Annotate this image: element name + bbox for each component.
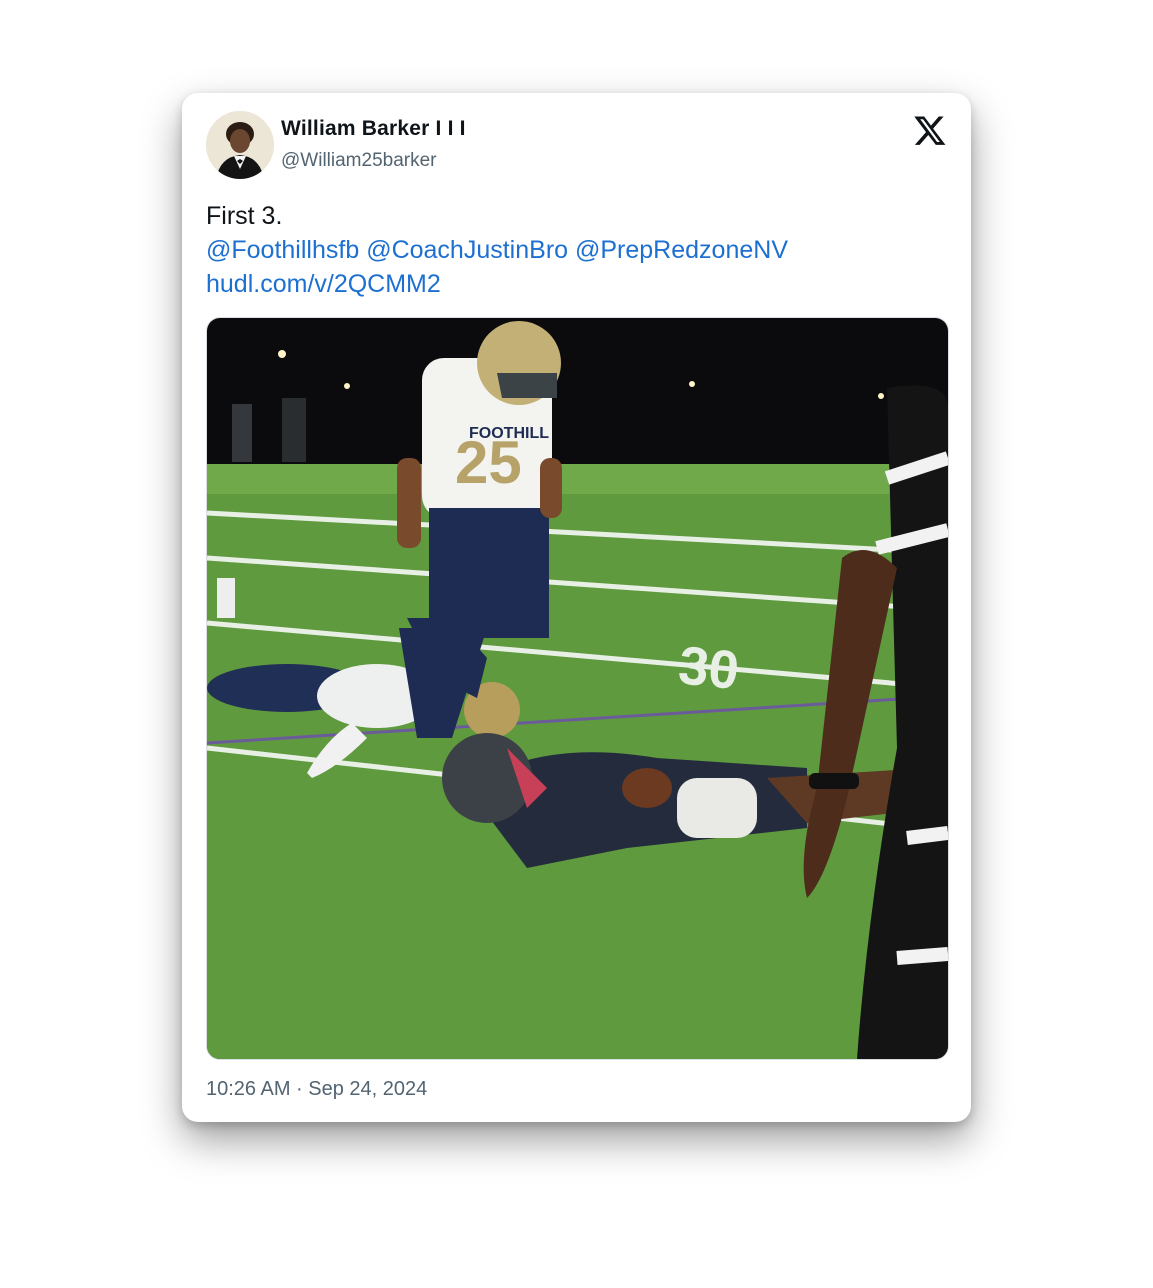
display-name[interactable]: William Barker I I I — [281, 117, 466, 141]
avatar-photo — [206, 111, 274, 179]
tweet-media-photo[interactable]: 30 25 FOOTHILL — [206, 317, 949, 1060]
mention-link[interactable]: @CoachJustinBro — [366, 236, 568, 264]
jersey-team: FOOTHILL — [469, 425, 549, 442]
avatar[interactable] — [206, 111, 274, 179]
tweet-timestamp[interactable]: 10:26 AM · Sep 24, 2024 — [206, 1078, 427, 1101]
mention-link[interactable]: @Foothillhsfb — [206, 236, 359, 264]
mentions-line: @Foothillhsfb @CoachJustinBro @PrepRedzo… — [206, 233, 788, 267]
user-handle[interactable]: @William25barker — [281, 150, 437, 172]
hudl-link[interactable]: hudl.com/v/2QCMM2 — [206, 267, 788, 301]
x-logo-icon[interactable] — [913, 113, 947, 147]
tweet-card: William Barker I I I @William25barker Fi… — [182, 93, 971, 1122]
field-yard-number: 30 — [676, 635, 742, 701]
mention-link[interactable]: @PrepRedzoneNV — [575, 236, 788, 264]
tweet-text-line: First 3. — [206, 202, 283, 230]
football-photo: 30 25 FOOTHILL — [207, 318, 948, 1059]
tweet-text: First 3. @Foothillhsfb @CoachJustinBro @… — [206, 199, 788, 301]
